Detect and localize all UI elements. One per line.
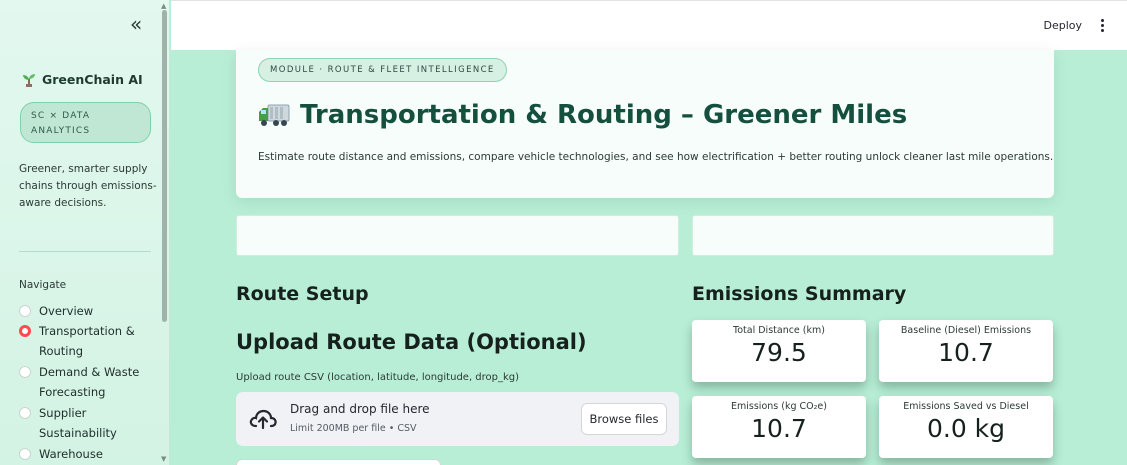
radio-supplier-sustainability[interactable] <box>19 407 31 419</box>
metric-value: 10.7 <box>751 414 807 443</box>
scroll-up-arrow-icon[interactable]: ▲ <box>161 2 166 10</box>
upload-route-label: Upload route CSV (location, latitude, lo… <box>236 372 520 383</box>
hero-card: MODULE · ROUTE & FLEET INTELLIGENCE Tran… <box>236 50 1054 198</box>
metric-emissions-co2e: Emissions (kg CO₂e) 10.7 <box>692 396 866 458</box>
sidebar-divider <box>19 251 151 252</box>
page-description: Estimate route distance and emissions, c… <box>258 151 1054 163</box>
page-title-text: Transportation & Routing – Greener Miles <box>300 100 908 130</box>
metric-value: 0.0 kg <box>926 414 1006 443</box>
empty-card-right <box>692 215 1054 256</box>
brand: GreenChain AI <box>22 72 143 87</box>
brand-name: GreenChain AI <box>42 72 143 87</box>
empty-card-left <box>236 215 679 256</box>
nav-item-overview[interactable]: Overview <box>19 301 159 321</box>
nav-item-label: Warehouse <box>39 447 103 461</box>
metric-label: Total Distance (km) <box>733 325 825 336</box>
page-title: Transportation & Routing – Greener Miles <box>258 100 907 130</box>
nav-item-supplier-sustainability[interactable]: Supplier Sustainability <box>19 403 159 443</box>
deploy-button[interactable]: Deploy <box>1043 19 1082 32</box>
metric-label: Emissions (kg CO₂e) <box>731 401 827 412</box>
nav-item-warehouse[interactable]: Warehouse <box>19 444 159 464</box>
browse-files-button[interactable]: Browse files <box>581 403 667 435</box>
metric-baseline-emissions: Baseline (Diesel) Emissions 10.7 <box>879 320 1053 382</box>
sc-data-analytics-badge: SC × DATA ANALYTICS <box>20 102 151 143</box>
sidebar: ▲ ▼ « GreenChain AI SC × DATA ANALYTICS … <box>0 0 170 465</box>
metric-label: Emissions Saved vs Diesel <box>903 401 1029 412</box>
nav-item-demand-waste[interactable]: Demand & Waste Forecasting <box>19 362 159 402</box>
cloud-upload-icon <box>249 409 277 430</box>
dropzone-limit: Limit 200MB per file • CSV <box>290 423 417 434</box>
scroll-down-arrow-icon[interactable]: ▼ <box>161 455 166 463</box>
metric-value: 10.7 <box>938 338 994 367</box>
navigate-label: Navigate <box>19 279 67 291</box>
sidebar-scrollbar[interactable] <box>162 10 167 322</box>
metric-emissions-saved: Emissions Saved vs Diesel 0.0 kg <box>879 396 1053 458</box>
nav-item-label: Demand & Waste Forecasting <box>39 365 140 399</box>
truck-icon <box>259 104 290 126</box>
top-bar: Deploy <box>171 0 1127 50</box>
radio-overview[interactable] <box>19 305 31 317</box>
nav-item-label: Supplier Sustainability <box>39 406 117 440</box>
upload-route-data-heading: Upload Route Data (Optional) <box>236 330 587 354</box>
route-setup-heading: Route Setup <box>236 283 369 305</box>
nav-item-label: Transportation & Routing <box>39 324 135 358</box>
nav-item-label: Overview <box>39 304 94 318</box>
seedling-icon <box>23 73 35 87</box>
collapse-sidebar-icon[interactable]: « <box>130 14 142 34</box>
sidebar-tagline: Greener, smarter supply chains through e… <box>19 163 157 209</box>
partial-button-below[interactable] <box>236 459 441 465</box>
metric-value: 79.5 <box>751 338 807 367</box>
radio-transportation-routing[interactable] <box>19 325 31 337</box>
emissions-summary-heading: Emissions Summary <box>692 283 907 305</box>
metric-label: Baseline (Diesel) Emissions <box>900 325 1032 336</box>
radio-demand-waste[interactable] <box>19 366 31 378</box>
dropzone-title: Drag and drop file here <box>290 402 430 416</box>
metric-total-distance: Total Distance (km) 79.5 <box>692 320 866 382</box>
nav-item-transportation-routing[interactable]: Transportation & Routing <box>19 321 159 361</box>
module-pill: MODULE · ROUTE & FLEET INTELLIGENCE <box>258 58 507 82</box>
radio-warehouse[interactable] <box>19 448 31 460</box>
more-options-icon[interactable] <box>1101 19 1105 33</box>
file-dropzone[interactable]: Drag and drop file here Limit 200MB per … <box>236 392 679 446</box>
